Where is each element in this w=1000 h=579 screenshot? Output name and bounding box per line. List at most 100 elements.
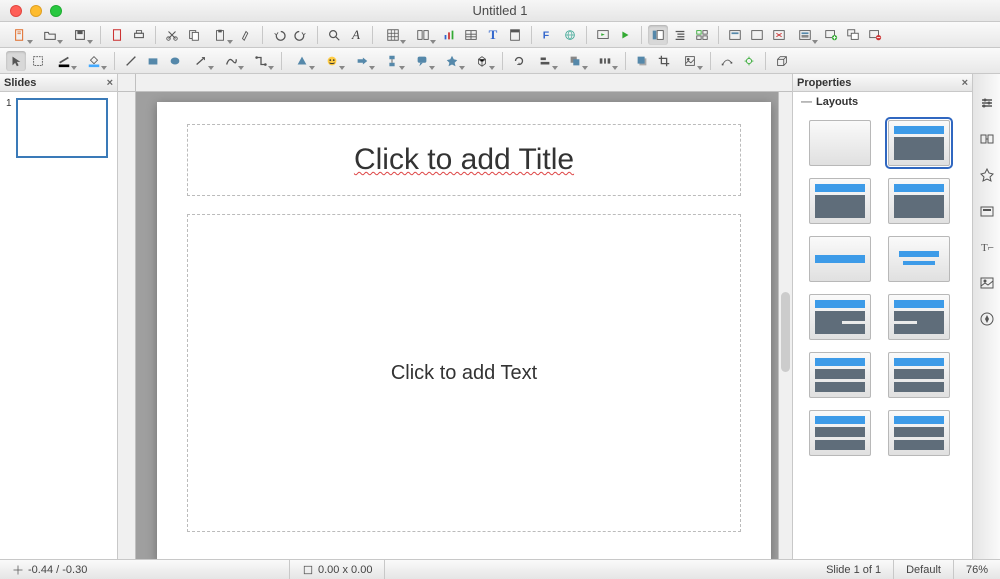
properties-panel-close-icon[interactable]: × bbox=[962, 77, 968, 89]
slide-canvas[interactable]: Click to add Title Click to add Text bbox=[157, 102, 771, 559]
find-button[interactable] bbox=[324, 25, 344, 45]
close-window-button[interactable] bbox=[10, 5, 22, 17]
sidebar-tab-transitions-icon[interactable] bbox=[978, 130, 996, 148]
cut-button[interactable] bbox=[162, 25, 182, 45]
crop-button[interactable] bbox=[654, 51, 674, 71]
lines-arrows-button[interactable] bbox=[187, 51, 215, 71]
ellipse-tool-button[interactable] bbox=[165, 51, 185, 71]
insert-table-button[interactable] bbox=[461, 25, 481, 45]
insert-hyperlink-button[interactable] bbox=[560, 25, 580, 45]
insert-fontwork-button[interactable]: F bbox=[538, 25, 558, 45]
horizontal-ruler[interactable] bbox=[136, 74, 792, 92]
filter-button[interactable] bbox=[676, 51, 704, 71]
save-button[interactable] bbox=[66, 25, 94, 45]
layout-two-over-content[interactable] bbox=[888, 352, 950, 398]
scrollbar-thumb[interactable] bbox=[781, 292, 790, 372]
status-zoom[interactable]: 76% bbox=[954, 560, 1000, 579]
layout-title-content[interactable] bbox=[888, 120, 950, 166]
display-views-button[interactable] bbox=[409, 25, 437, 45]
layout-two-content-two-header[interactable] bbox=[888, 294, 950, 340]
sidebar-tab-master-icon[interactable] bbox=[978, 202, 996, 220]
layout-content-over-two[interactable] bbox=[809, 352, 871, 398]
insert-header-footer-button[interactable] bbox=[505, 25, 525, 45]
sidebar-tab-animation-icon[interactable] bbox=[978, 166, 996, 184]
stars-button[interactable] bbox=[438, 51, 466, 71]
copy-button[interactable] bbox=[184, 25, 204, 45]
spellcheck-button[interactable]: A bbox=[346, 25, 366, 45]
master-slide-button[interactable] bbox=[725, 25, 745, 45]
layout-blank[interactable] bbox=[809, 120, 871, 166]
views-outline-button[interactable] bbox=[670, 25, 690, 45]
insert-chart-button[interactable] bbox=[439, 25, 459, 45]
status-master-name[interactable]: Default bbox=[894, 560, 954, 579]
layout-grid-four[interactable] bbox=[809, 410, 871, 456]
zoom-pan-button[interactable] bbox=[28, 51, 48, 71]
sidebar-tab-properties-icon[interactable] bbox=[978, 94, 996, 112]
layout-two-content-header[interactable] bbox=[809, 294, 871, 340]
start-beginning-button[interactable] bbox=[593, 25, 613, 45]
canvas-area[interactable]: Click to add Title Click to add Text bbox=[136, 92, 792, 559]
views-normal-button[interactable] bbox=[648, 25, 668, 45]
status-slide-info[interactable]: Slide 1 of 1 bbox=[814, 560, 894, 579]
basic-shapes-button[interactable] bbox=[288, 51, 316, 71]
zoom-window-button[interactable] bbox=[50, 5, 62, 17]
sidebar-tab-navigator-icon[interactable] bbox=[978, 310, 996, 328]
fill-color-button[interactable] bbox=[80, 51, 108, 71]
layout-title-content-full[interactable] bbox=[809, 178, 871, 224]
3d-objects-button[interactable] bbox=[468, 51, 496, 71]
flowchart-button[interactable] bbox=[378, 51, 406, 71]
clone-format-button[interactable] bbox=[236, 25, 256, 45]
shadow-button[interactable] bbox=[632, 51, 652, 71]
open-button[interactable] bbox=[36, 25, 64, 45]
vertical-ruler[interactable] bbox=[118, 92, 136, 559]
line-tool-button[interactable] bbox=[121, 51, 141, 71]
content-placeholder[interactable]: Click to add Text bbox=[187, 214, 741, 532]
layout-title-only[interactable] bbox=[809, 236, 871, 282]
start-current-button[interactable] bbox=[615, 25, 635, 45]
new-slide-button[interactable] bbox=[821, 25, 841, 45]
export-pdf-button[interactable] bbox=[107, 25, 127, 45]
arrange-button[interactable] bbox=[561, 51, 589, 71]
rotate-button[interactable] bbox=[509, 51, 529, 71]
paste-button[interactable] bbox=[206, 25, 234, 45]
rectangle-tool-button[interactable] bbox=[143, 51, 163, 71]
duplicate-slide-button[interactable] bbox=[843, 25, 863, 45]
redo-button[interactable] bbox=[291, 25, 311, 45]
line-color-button[interactable] bbox=[50, 51, 78, 71]
status-bar: -0.44 / -0.30 0.00 x 0.00 Slide 1 of 1 D… bbox=[0, 559, 1000, 579]
symbol-shapes-button[interactable] bbox=[318, 51, 346, 71]
slides-panel-close-icon[interactable]: × bbox=[107, 77, 113, 89]
connectors-button[interactable] bbox=[247, 51, 275, 71]
distribute-button[interactable] bbox=[591, 51, 619, 71]
insert-text-button[interactable]: T bbox=[483, 25, 503, 45]
display-grid-button[interactable] bbox=[379, 25, 407, 45]
new-document-button[interactable] bbox=[6, 25, 34, 45]
master-close-button[interactable] bbox=[769, 25, 789, 45]
crosshair-icon bbox=[12, 564, 24, 576]
layout-centered[interactable] bbox=[888, 236, 950, 282]
layouts-section-header[interactable]: Layouts bbox=[793, 92, 972, 112]
undo-button[interactable] bbox=[269, 25, 289, 45]
minimize-window-button[interactable] bbox=[30, 5, 42, 17]
status-zoom-value: 76% bbox=[966, 564, 988, 576]
callouts-button[interactable] bbox=[408, 51, 436, 71]
vertical-scrollbar[interactable] bbox=[778, 92, 792, 559]
title-placeholder[interactable]: Click to add Title bbox=[187, 124, 741, 196]
delete-slide-button[interactable] bbox=[865, 25, 885, 45]
sidebar-tab-gallery-icon[interactable] bbox=[978, 274, 996, 292]
slide-layout-button[interactable] bbox=[791, 25, 819, 45]
layout-grid-six[interactable] bbox=[888, 410, 950, 456]
extrusion-button[interactable] bbox=[772, 51, 792, 71]
master-use-button[interactable] bbox=[747, 25, 767, 45]
print-button[interactable] bbox=[129, 25, 149, 45]
curves-button[interactable] bbox=[217, 51, 245, 71]
views-sorter-button[interactable] bbox=[692, 25, 712, 45]
layout-title-two-content[interactable] bbox=[888, 178, 950, 224]
sidebar-tab-styles-icon[interactable]: T⌐ bbox=[978, 238, 996, 256]
align-button[interactable] bbox=[531, 51, 559, 71]
glue-points-button[interactable] bbox=[739, 51, 759, 71]
slide-thumbnail[interactable]: 1 bbox=[6, 98, 111, 158]
block-arrows-button[interactable] bbox=[348, 51, 376, 71]
toggle-points-button[interactable] bbox=[717, 51, 737, 71]
select-tool-button[interactable] bbox=[6, 51, 26, 71]
